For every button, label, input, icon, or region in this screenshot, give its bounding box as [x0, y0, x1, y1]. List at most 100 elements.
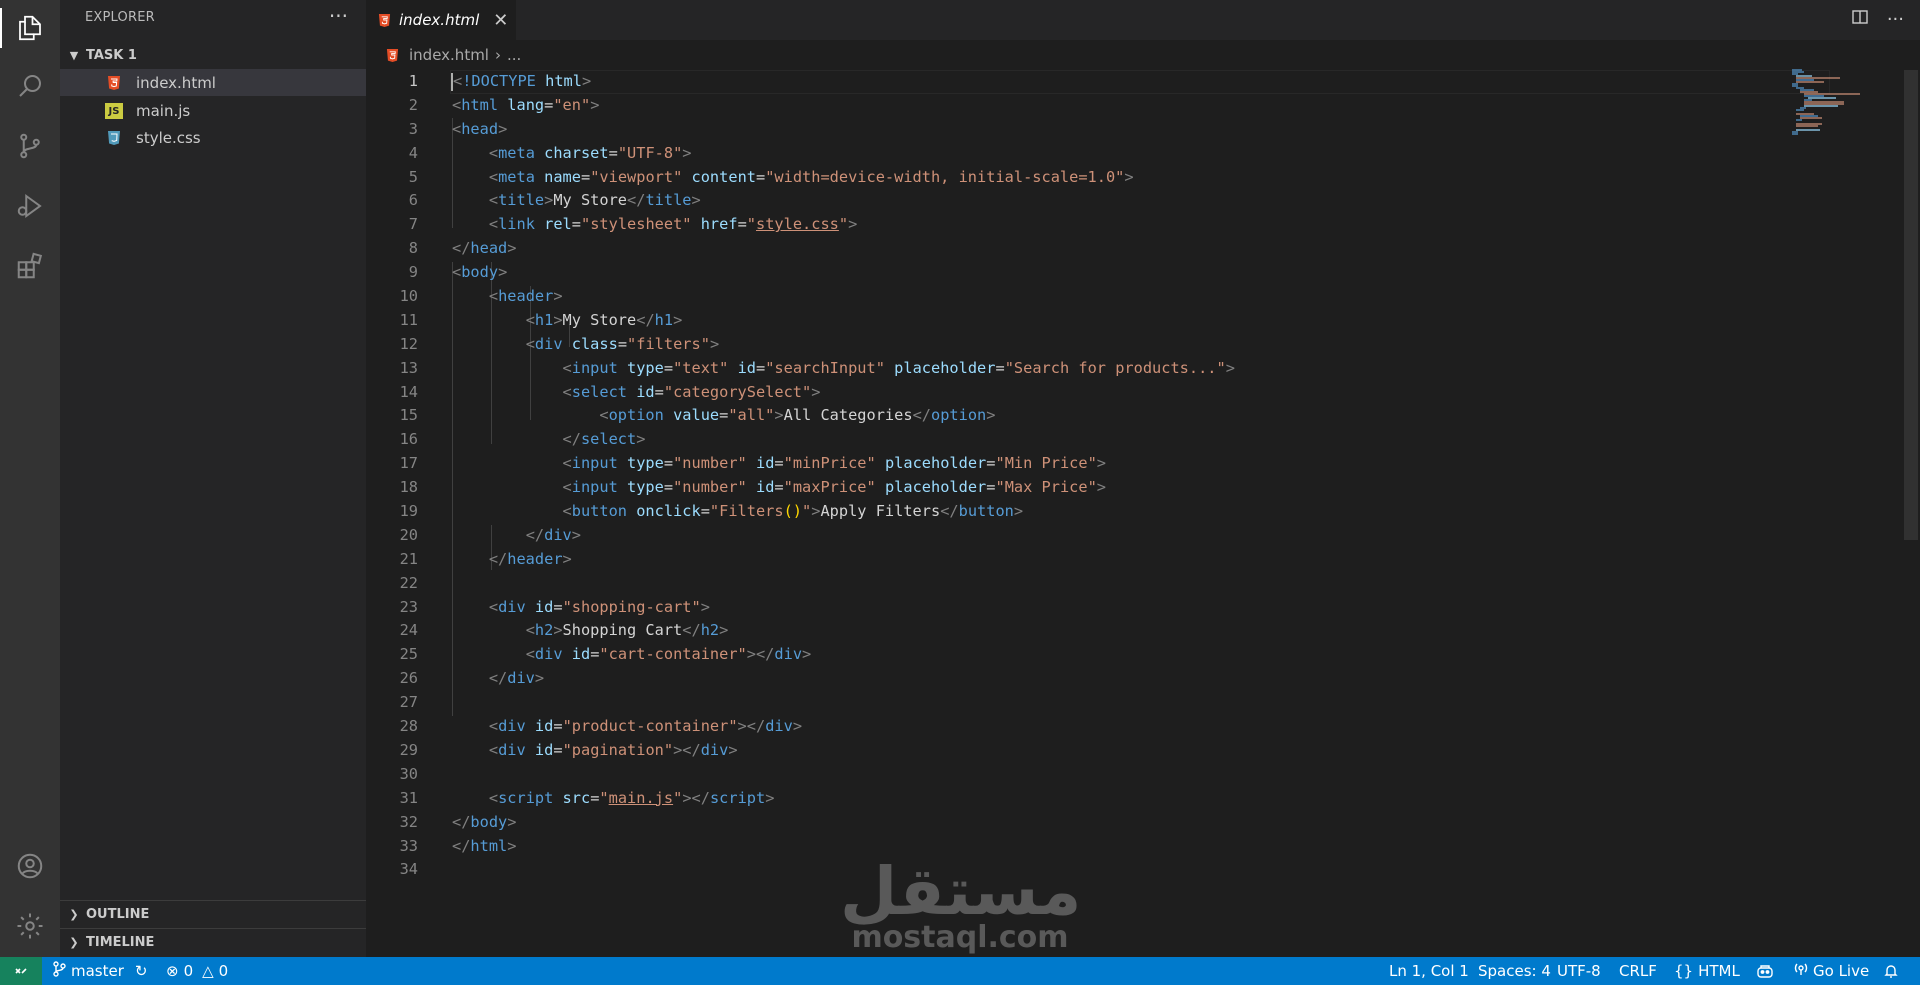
code-line: </div>: [525, 525, 581, 544]
line-number: 26: [399, 669, 418, 688]
line-number: 27: [399, 693, 418, 712]
line-number: 33: [399, 836, 418, 855]
code-line: <html lang="en">: [452, 95, 600, 114]
broadcast-icon: [1794, 962, 1808, 980]
line-number: 4: [408, 143, 418, 162]
extensions-icon[interactable]: [0, 238, 60, 294]
outline-section[interactable]: ❯ OUTLINE: [60, 901, 366, 927]
encoding-status[interactable]: UTF-8: [1557, 957, 1601, 985]
code-line: <body>: [452, 263, 508, 282]
remote-indicator-icon[interactable]: [0, 957, 42, 985]
breadcrumb-rest[interactable]: ...: [507, 46, 521, 64]
tab-label: index.html: [399, 11, 480, 29]
file-name: main.js: [136, 101, 191, 120]
run-debug-icon[interactable]: [0, 178, 60, 234]
line-number: 3: [408, 119, 418, 138]
code-line: <h1>My Store</h1>: [525, 310, 683, 329]
file-main-js[interactable]: JS main.js: [60, 97, 366, 124]
search-icon[interactable]: [0, 58, 60, 114]
code-line: <meta charset="UTF-8">: [488, 143, 692, 162]
status-bar: master ↻ ⊗ 0 △ 0 Ln 1, Col 1 Spaces: 4 U…: [0, 957, 1920, 985]
code-line: <h2>Shopping Cart</h2>: [525, 621, 729, 640]
code-line: <meta name="viewport" content="width=dev…: [488, 167, 1134, 186]
settings-gear-icon[interactable]: [0, 898, 60, 954]
watermark-latin: mostaql.com: [851, 920, 1069, 955]
vertical-scrollbar[interactable]: [1904, 70, 1918, 540]
indentation-status[interactable]: Spaces: 4: [1478, 957, 1551, 985]
line-number: 23: [399, 597, 418, 616]
html5-icon: [102, 75, 126, 91]
activity-bar: [0, 0, 60, 957]
code-line: </body>: [452, 812, 517, 831]
chevron-right-icon: ❯: [69, 907, 79, 921]
folder-label: TASK 1: [86, 47, 137, 63]
line-number: 7: [408, 215, 418, 234]
explorer-title: EXPLORER: [85, 10, 155, 25]
code-editor[interactable]: 1 2 3 4 5 6 7 8 9 10 11 12 13 14 15 16 1…: [366, 70, 1920, 957]
breadcrumb-file[interactable]: index.html: [409, 46, 489, 64]
branch-name: master: [71, 962, 124, 980]
code-line: <div id="product-container"></div>: [488, 717, 803, 736]
copilot-icon[interactable]: [1756, 957, 1774, 985]
error-icon: ⊗: [166, 962, 179, 980]
js-icon: JS: [102, 102, 126, 119]
tab-index-html[interactable]: index.html ✕: [366, 0, 516, 40]
code-line: <!DOCTYPE html>: [450, 70, 1830, 94]
code-line: <div id="cart-container"></div>: [525, 645, 812, 664]
code-line: <input type="number" id="minPrice" place…: [562, 454, 1107, 473]
go-live-label: Go Live: [1813, 962, 1870, 980]
line-number: 15: [399, 406, 418, 425]
timeline-label: TIMELINE: [86, 934, 155, 950]
code-lines[interactable]: <!DOCTYPE html> <html lang="en"> <head> …: [450, 70, 1830, 882]
code-line: <select id="categorySelect">: [562, 382, 821, 401]
chevron-right-icon: ›: [494, 46, 501, 64]
explorer-sidebar: EXPLORER ··· ▼ TASK 1 index.html JS main…: [60, 0, 367, 957]
code-line: <div class="filters">: [525, 334, 720, 353]
explorer-files-icon[interactable]: [0, 0, 60, 56]
breadcrumb: index.html › ...: [366, 40, 1920, 70]
braces-icon: {}: [1674, 962, 1694, 980]
notifications-bell-icon[interactable]: [1884, 957, 1898, 985]
problems-status[interactable]: ⊗ 0 △ 0: [166, 957, 228, 985]
line-number: 24: [399, 621, 418, 640]
code-line: </header>: [488, 549, 572, 568]
file-style-css[interactable]: style.css: [60, 124, 366, 151]
minimap[interactable]: [1790, 68, 1870, 138]
source-control-icon[interactable]: [0, 118, 60, 174]
code-line: <div id="shopping-cart">: [488, 597, 710, 616]
sync-icon[interactable]: ↻: [135, 962, 148, 980]
account-icon[interactable]: [0, 838, 60, 894]
more-actions-icon[interactable]: ···: [329, 4, 348, 28]
timeline-section[interactable]: ❯ TIMELINE: [60, 929, 366, 955]
file-index-html[interactable]: index.html: [60, 69, 366, 96]
code-line: </select>: [562, 430, 646, 449]
line-number: 31: [399, 788, 418, 807]
split-editor-icon[interactable]: [1851, 8, 1869, 31]
code-line: <script src="main.js"></script>: [488, 788, 775, 807]
branch-status[interactable]: master ↻: [52, 957, 147, 985]
line-number: 10: [399, 287, 418, 306]
close-icon[interactable]: ✕: [493, 10, 508, 31]
code-line: <link rel="stylesheet" href="style.css">: [488, 215, 858, 234]
code-line: <input type="number" id="maxPrice" place…: [562, 478, 1107, 497]
line-number: 20: [399, 525, 418, 544]
editor-actions: ···: [1851, 8, 1904, 31]
outline-label: OUTLINE: [86, 906, 150, 922]
language-status[interactable]: {} HTML: [1674, 957, 1740, 985]
go-live-button[interactable]: Go Live: [1794, 957, 1869, 985]
folder-task1[interactable]: ▼ TASK 1: [60, 42, 366, 68]
line-number: 9: [408, 263, 418, 282]
line-number: 32: [399, 812, 418, 831]
line-number: 16: [399, 430, 418, 449]
more-actions-icon[interactable]: ···: [1887, 9, 1904, 30]
line-number-gutter: 1 2 3 4 5 6 7 8 9 10 11 12 13 14 15 16 1…: [366, 70, 418, 882]
cursor-position[interactable]: Ln 1, Col 1: [1389, 957, 1469, 985]
eol-status[interactable]: CRLF: [1619, 957, 1657, 985]
language-name: HTML: [1698, 962, 1740, 980]
line-number: 6: [408, 191, 418, 210]
line-number: 34: [399, 860, 418, 879]
line-number: 17: [399, 454, 418, 473]
